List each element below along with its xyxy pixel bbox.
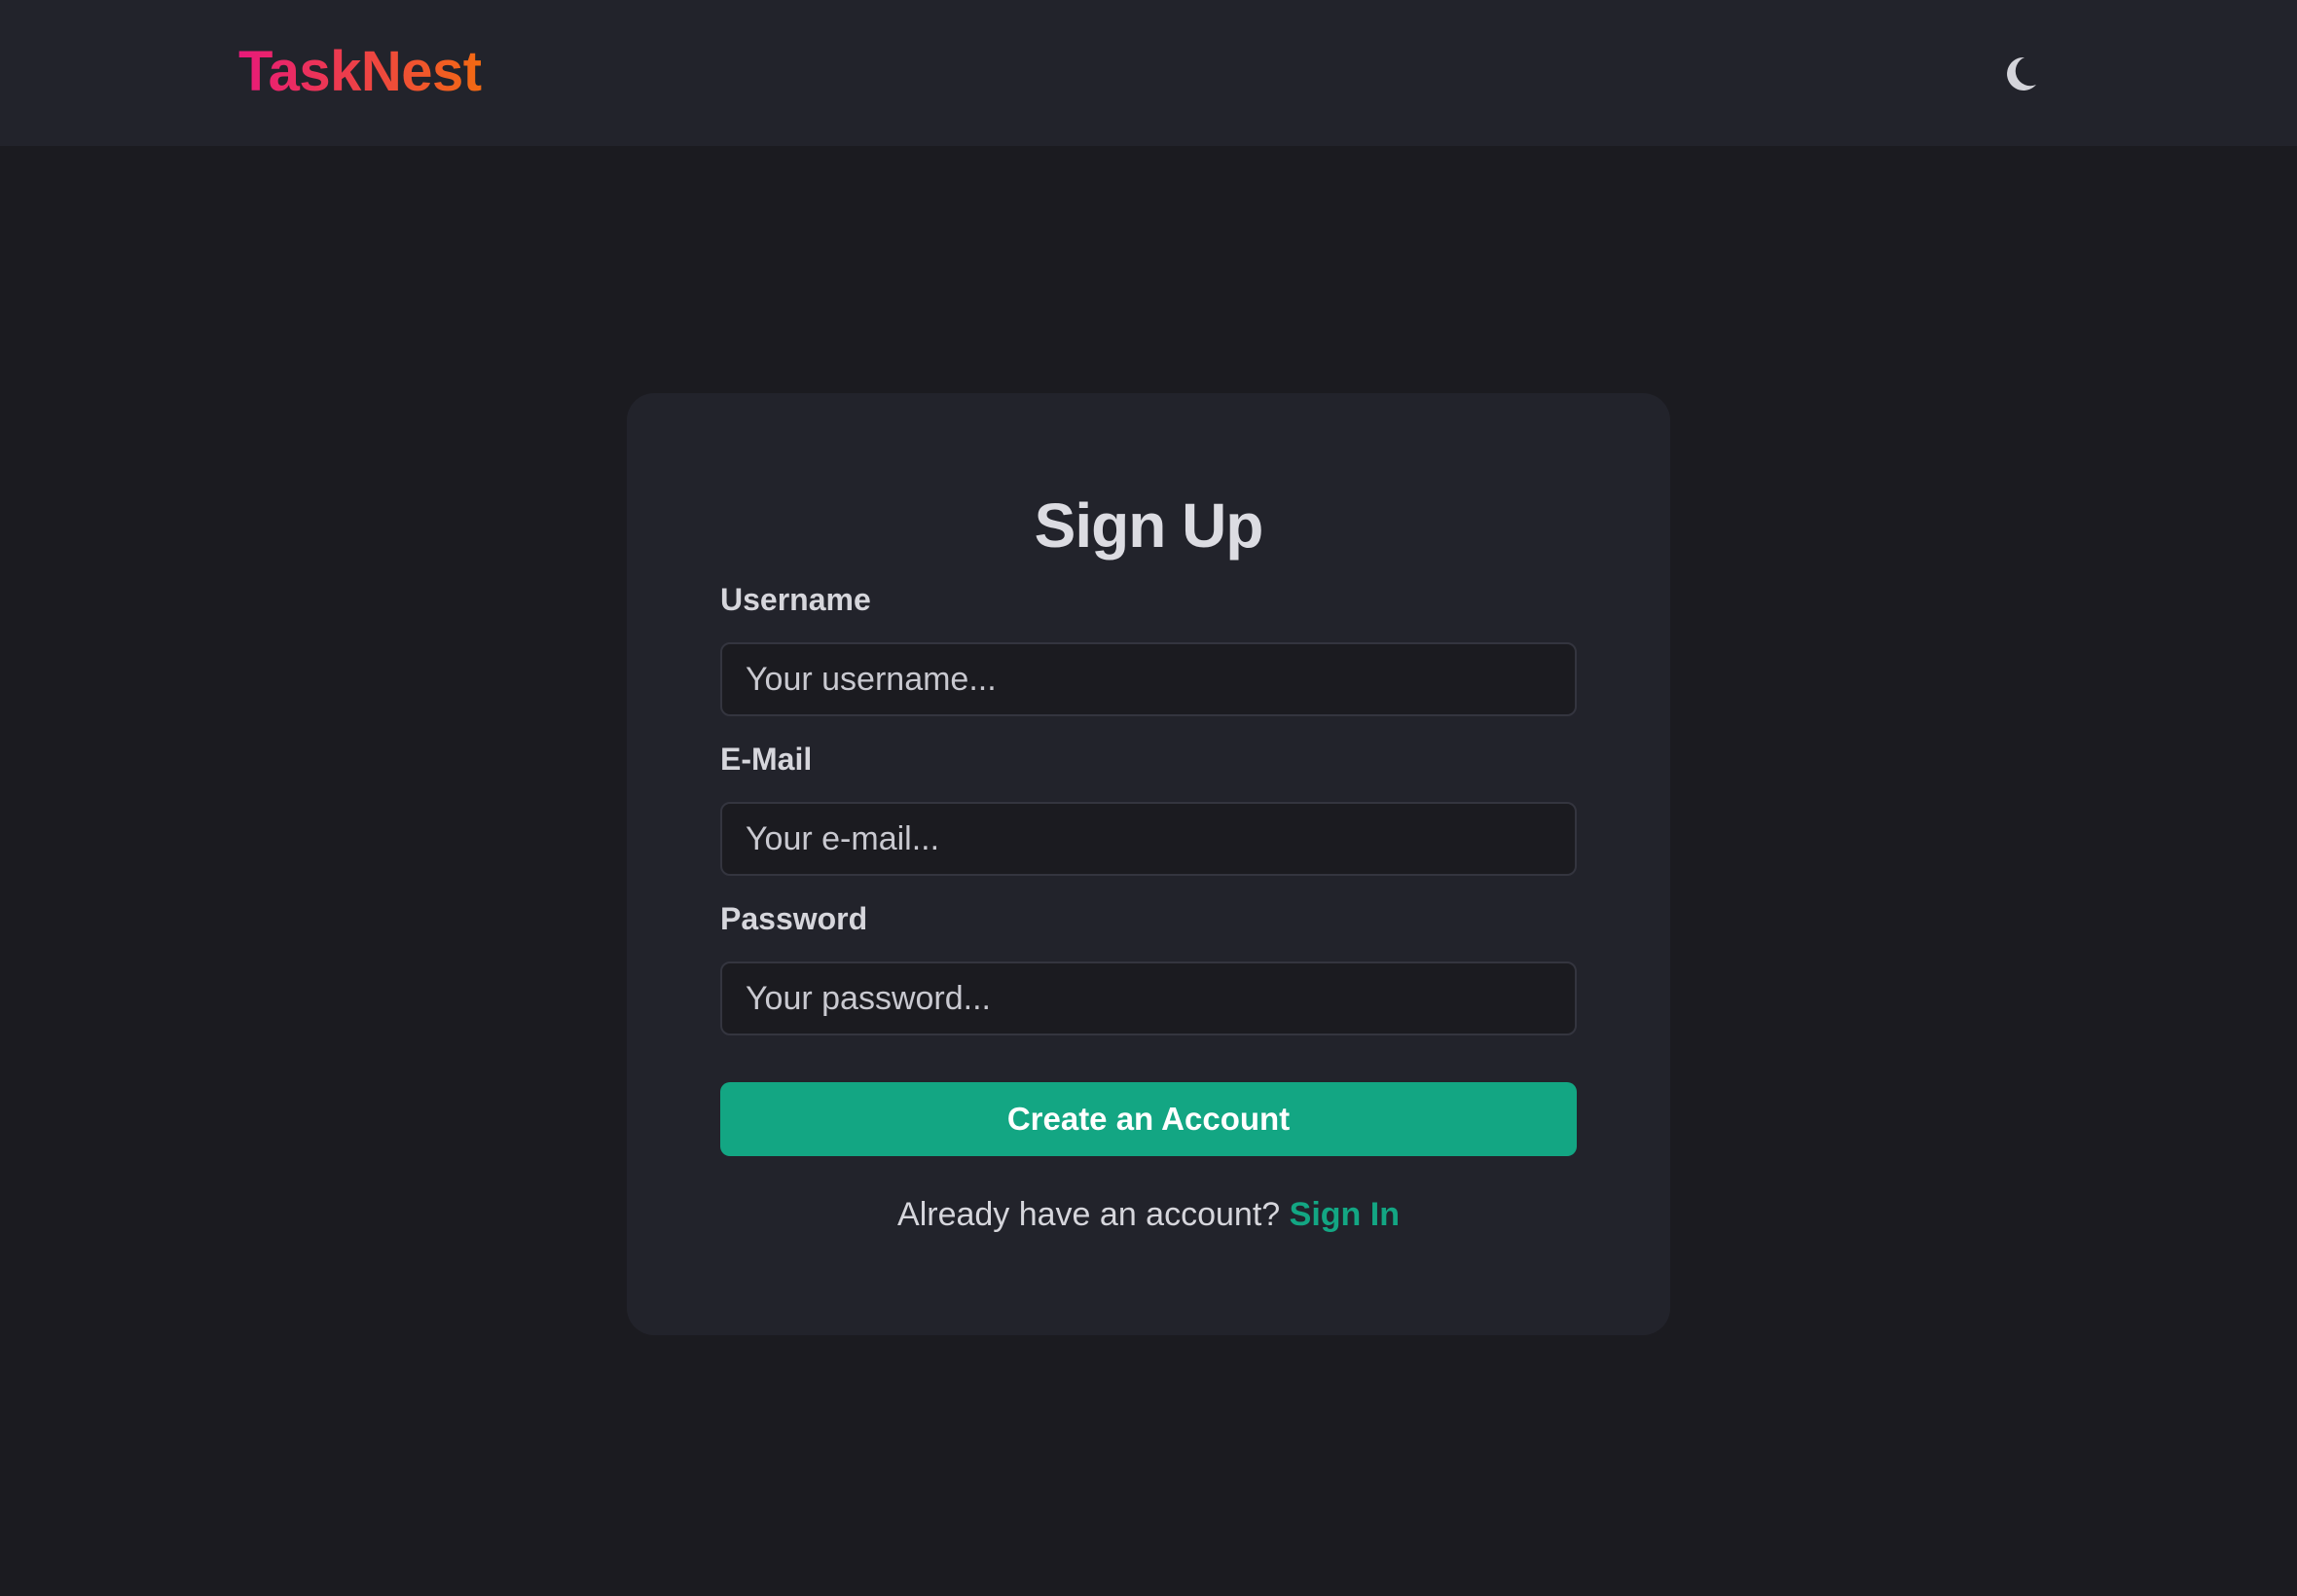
moon-icon [2007,56,2036,91]
create-account-button[interactable]: Create an Account [720,1082,1577,1156]
app-logo[interactable]: TaskNest [238,37,482,107]
sign-in-link[interactable]: Sign In [1290,1196,1400,1233]
username-label: Username [720,582,871,617]
sign-in-prompt-text: Already have an account? [897,1196,1281,1233]
email-label: E-Mail [720,742,813,777]
sign-in-prompt: Already have an account? Sign In [627,1193,1670,1236]
username-input[interactable] [720,642,1577,716]
signup-card: Sign Up Username E-Mail Password Create … [627,393,1670,1335]
email-input[interactable] [720,802,1577,876]
navbar: TaskNest [0,0,2297,146]
theme-toggle-button[interactable] [1993,47,2048,101]
page-title: Sign Up [1034,490,1264,561]
password-input[interactable] [720,961,1577,1035]
password-label: Password [720,901,868,936]
